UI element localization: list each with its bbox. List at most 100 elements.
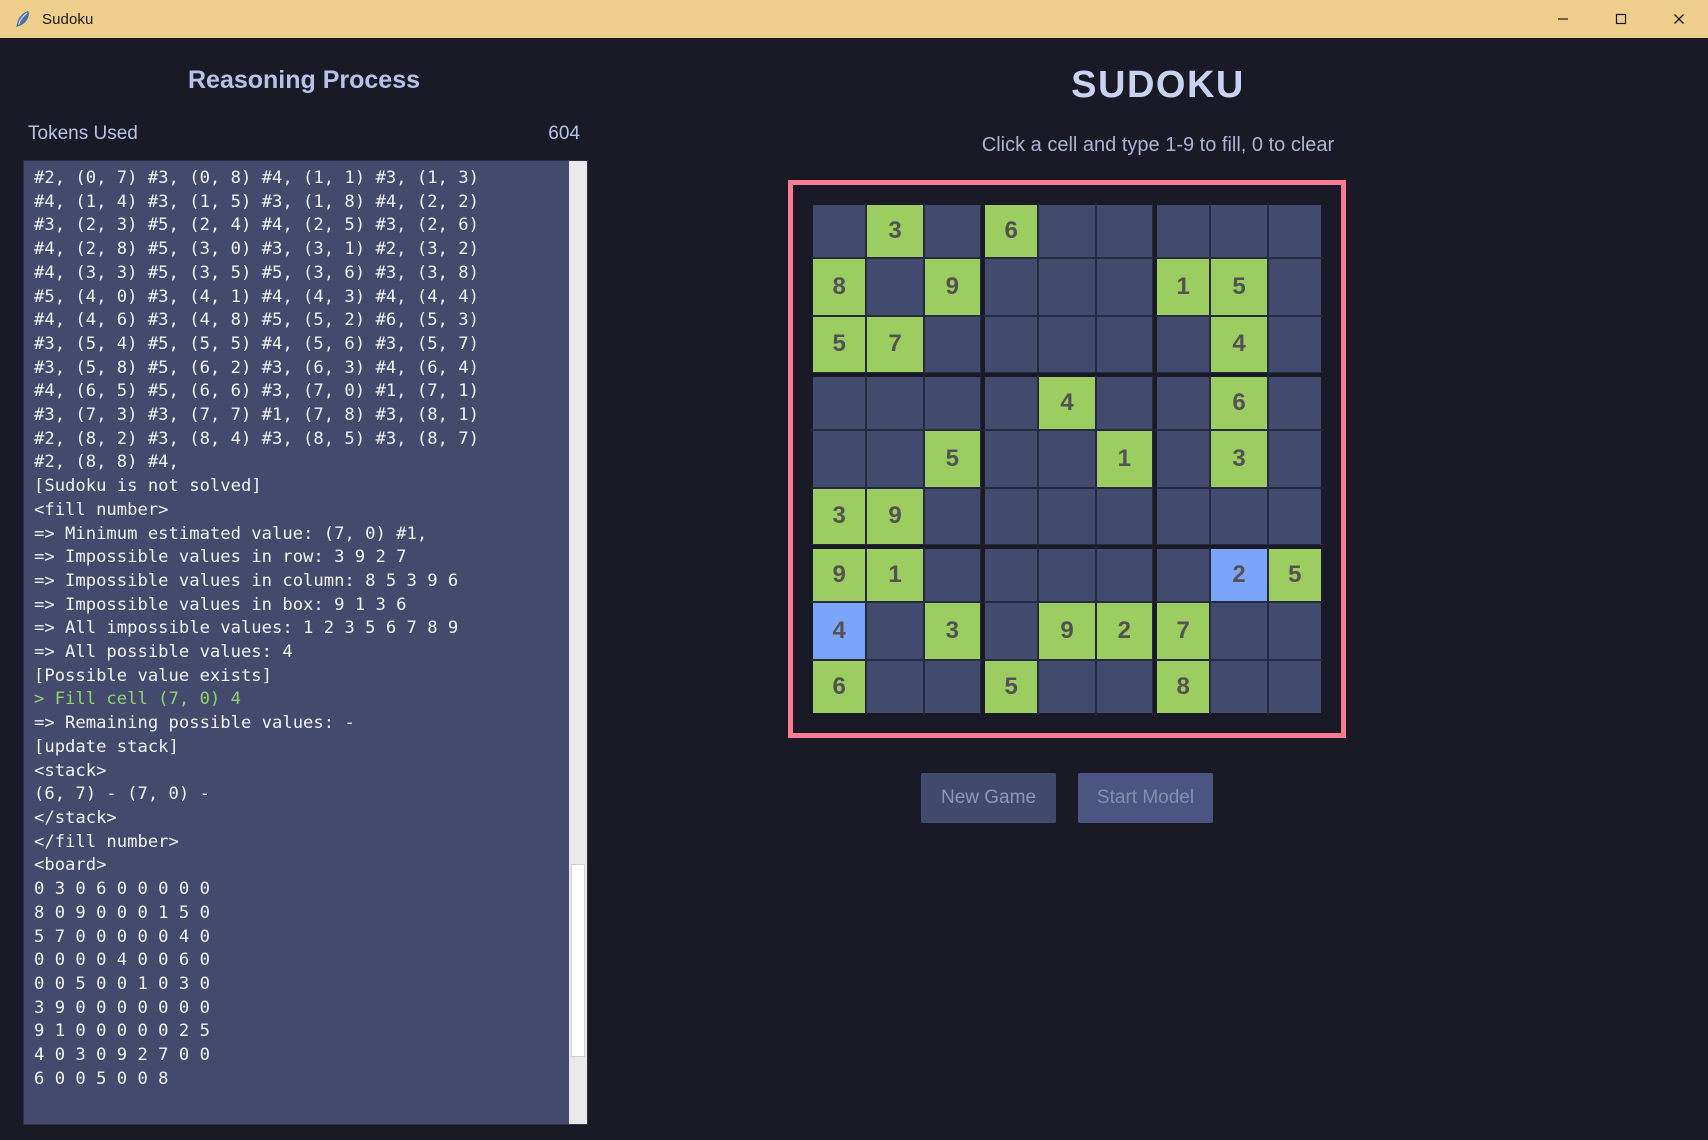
reasoning-panel: Reasoning Process Tokens Used 604 #2, (0…	[0, 38, 608, 1140]
sudoku-cell-1-2[interactable]: 9	[924, 258, 981, 315]
log-pre-text: #2, (0, 7) #3, (0, 8) #4, (1, 1) #3, (1,…	[34, 168, 479, 686]
sudoku-cell-4-8[interactable]	[1268, 430, 1325, 487]
sudoku-cell-2-1[interactable]: 7	[866, 316, 923, 373]
sudoku-cell-1-6[interactable]: 1	[1153, 258, 1210, 315]
sudoku-cell-7-6[interactable]: 7	[1153, 602, 1210, 659]
minimize-icon[interactable]	[1534, 0, 1592, 38]
sudoku-cell-0-1[interactable]: 3	[866, 201, 923, 258]
sudoku-cell-8-3[interactable]: 5	[981, 660, 1038, 717]
sudoku-cell-8-0[interactable]: 6	[809, 660, 866, 717]
sudoku-cell-1-7[interactable]: 5	[1210, 258, 1267, 315]
sudoku-cell-8-6[interactable]: 8	[1153, 660, 1210, 717]
sudoku-cell-0-2[interactable]	[924, 201, 981, 258]
sudoku-cell-7-2[interactable]: 3	[924, 602, 981, 659]
sudoku-cell-3-2[interactable]	[924, 373, 981, 430]
title-bar-left: Sudoku	[0, 9, 1534, 29]
reasoning-log-box[interactable]: #2, (0, 7) #3, (0, 8) #4, (1, 1) #3, (1,…	[23, 160, 588, 1125]
sudoku-cell-6-1[interactable]: 1	[866, 545, 923, 602]
close-icon[interactable]	[1650, 0, 1708, 38]
sudoku-cell-0-5[interactable]	[1096, 201, 1153, 258]
sudoku-cell-4-1[interactable]	[866, 430, 923, 487]
sudoku-cell-7-7[interactable]	[1210, 602, 1267, 659]
start-model-button[interactable]: Start Model	[1078, 773, 1213, 823]
sudoku-cell-2-4[interactable]	[1038, 316, 1095, 373]
sudoku-cell-3-0[interactable]	[809, 373, 866, 430]
sudoku-board[interactable]: 3689155744651339912543927658	[809, 201, 1325, 717]
sudoku-cell-0-7[interactable]	[1210, 201, 1267, 258]
sudoku-cell-4-7[interactable]: 3	[1210, 430, 1267, 487]
sudoku-cell-4-5[interactable]: 1	[1096, 430, 1153, 487]
sudoku-cell-5-0[interactable]: 3	[809, 488, 866, 545]
sudoku-cell-3-7[interactable]: 6	[1210, 373, 1267, 430]
log-highlight-text: > Fill cell (7, 0) 4	[34, 689, 241, 709]
sudoku-cell-0-6[interactable]	[1153, 201, 1210, 258]
sudoku-cell-6-3[interactable]	[981, 545, 1038, 602]
new-game-button[interactable]: New Game	[921, 773, 1056, 823]
sudoku-cell-4-0[interactable]	[809, 430, 866, 487]
sudoku-cell-2-8[interactable]	[1268, 316, 1325, 373]
sudoku-cell-5-3[interactable]	[981, 488, 1038, 545]
sudoku-cell-6-5[interactable]	[1096, 545, 1153, 602]
reasoning-scrollbar[interactable]	[569, 161, 587, 1124]
sudoku-cell-5-8[interactable]	[1268, 488, 1325, 545]
sudoku-cell-2-3[interactable]	[981, 316, 1038, 373]
sudoku-cell-6-6[interactable]	[1153, 545, 1210, 602]
sudoku-cell-3-1[interactable]	[866, 373, 923, 430]
sudoku-cell-5-5[interactable]	[1096, 488, 1153, 545]
sudoku-cell-8-5[interactable]	[1096, 660, 1153, 717]
sudoku-cell-6-7[interactable]: 2	[1210, 545, 1267, 602]
sudoku-cell-5-1[interactable]: 9	[866, 488, 923, 545]
sudoku-cell-1-0[interactable]: 8	[809, 258, 866, 315]
sudoku-cell-3-6[interactable]	[1153, 373, 1210, 430]
sudoku-cell-6-8[interactable]: 5	[1268, 545, 1325, 602]
sudoku-cell-4-3[interactable]	[981, 430, 1038, 487]
sudoku-cell-0-8[interactable]	[1268, 201, 1325, 258]
sudoku-cell-8-7[interactable]	[1210, 660, 1267, 717]
feather-icon	[14, 9, 32, 29]
sudoku-cell-7-4[interactable]: 9	[1038, 602, 1095, 659]
sudoku-cell-0-3[interactable]: 6	[981, 201, 1038, 258]
sudoku-cell-2-7[interactable]: 4	[1210, 316, 1267, 373]
sudoku-cell-7-8[interactable]	[1268, 602, 1325, 659]
sudoku-cell-4-2[interactable]: 5	[924, 430, 981, 487]
sudoku-cell-0-4[interactable]	[1038, 201, 1095, 258]
sudoku-cell-1-4[interactable]	[1038, 258, 1095, 315]
sudoku-heading: SUDOKU	[608, 64, 1708, 107]
sudoku-cell-1-3[interactable]	[981, 258, 1038, 315]
sudoku-cell-1-5[interactable]	[1096, 258, 1153, 315]
sudoku-cell-2-0[interactable]: 5	[809, 316, 866, 373]
sudoku-cell-8-4[interactable]	[1038, 660, 1095, 717]
sudoku-cell-3-4[interactable]: 4	[1038, 373, 1095, 430]
sudoku-cell-0-0[interactable]	[809, 201, 866, 258]
sudoku-cell-3-5[interactable]	[1096, 373, 1153, 430]
sudoku-cell-6-2[interactable]	[924, 545, 981, 602]
sudoku-cell-8-1[interactable]	[866, 660, 923, 717]
sudoku-buttons-row: New Game Start Model	[788, 773, 1346, 823]
sudoku-cell-5-7[interactable]	[1210, 488, 1267, 545]
tokens-used-label: Tokens Used	[28, 123, 138, 145]
sudoku-cell-3-3[interactable]	[981, 373, 1038, 430]
sudoku-cell-8-2[interactable]	[924, 660, 981, 717]
sudoku-cell-7-3[interactable]	[981, 602, 1038, 659]
sudoku-cell-7-0[interactable]: 4	[809, 602, 866, 659]
sudoku-cell-2-2[interactable]	[924, 316, 981, 373]
maximize-icon[interactable]	[1592, 0, 1650, 38]
sudoku-board-frame: 3689155744651339912543927658	[788, 180, 1346, 738]
log-post-text: => Remaining possible values: - [update …	[34, 713, 355, 1089]
sudoku-cell-4-4[interactable]	[1038, 430, 1095, 487]
sudoku-cell-2-6[interactable]	[1153, 316, 1210, 373]
sudoku-cell-8-8[interactable]	[1268, 660, 1325, 717]
sudoku-cell-5-2[interactable]	[924, 488, 981, 545]
sudoku-cell-1-8[interactable]	[1268, 258, 1325, 315]
sudoku-cell-4-6[interactable]	[1153, 430, 1210, 487]
sudoku-cell-6-4[interactable]	[1038, 545, 1095, 602]
sudoku-cell-7-5[interactable]: 2	[1096, 602, 1153, 659]
sudoku-cell-6-0[interactable]: 9	[809, 545, 866, 602]
sudoku-cell-5-6[interactable]	[1153, 488, 1210, 545]
sudoku-cell-1-1[interactable]	[866, 258, 923, 315]
sudoku-cell-7-1[interactable]	[866, 602, 923, 659]
reasoning-scrollbar-thumb[interactable]	[571, 864, 585, 1057]
sudoku-cell-2-5[interactable]	[1096, 316, 1153, 373]
sudoku-cell-5-4[interactable]	[1038, 488, 1095, 545]
sudoku-cell-3-8[interactable]	[1268, 373, 1325, 430]
